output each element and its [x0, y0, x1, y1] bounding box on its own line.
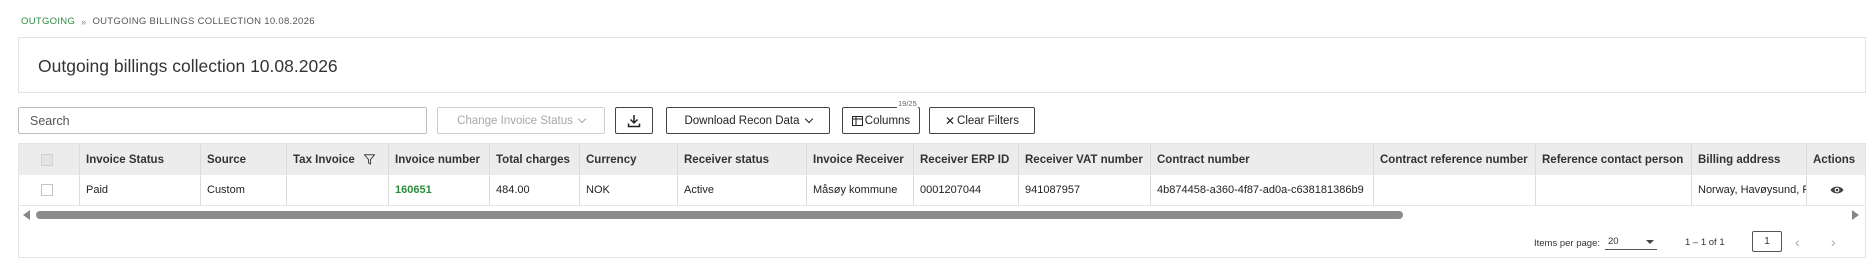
col-header-tax-invoice[interactable]: Tax Invoice — [287, 144, 389, 175]
cell-source: Custom — [201, 175, 287, 205]
breadcrumb: OUTGOING » OUTGOING BILLINGS COLLECTION … — [21, 16, 315, 27]
col-header-invoice-status[interactable]: Invoice Status — [80, 144, 201, 175]
items-per-page-value: 20 — [1608, 236, 1619, 247]
page-title: Outgoing billings collection 10.08.2026 — [38, 56, 338, 76]
col-header-receiver-erp-id[interactable]: Receiver ERP ID — [914, 144, 1019, 175]
row-select-cell — [19, 175, 80, 205]
table-header-row: Invoice Status Source Tax Invoice Invoic… — [19, 144, 1865, 175]
select-all-cell — [19, 144, 80, 175]
clear-filters-label: Clear Filters — [957, 114, 1020, 127]
dropdown-arrow-icon — [1646, 239, 1654, 244]
cell-invoice-status: Paid — [80, 175, 201, 205]
col-header-contract-reference-number[interactable]: Contract reference number — [1374, 144, 1536, 175]
cell-tax-invoice — [287, 175, 389, 205]
col-header-source[interactable]: Source — [201, 144, 287, 175]
col-header-total-charges[interactable]: Total charges — [490, 144, 580, 175]
toolbar: Change Invoice Status Download Recon Dat… — [18, 99, 1866, 135]
col-header-actions: Actions — [1813, 153, 1856, 166]
scrollbar-thumb[interactable] — [36, 211, 1403, 219]
cell-currency: NOK — [580, 175, 678, 205]
cell-receiver-erp-id: 0001207044 — [914, 175, 1019, 205]
download-icon — [627, 114, 641, 127]
scroll-right-arrow-icon[interactable] — [1852, 210, 1859, 220]
cell-invoice-receiver: Måsøy kommune — [807, 175, 914, 205]
download-recon-data-label: Download Recon Data — [684, 114, 800, 127]
col-header-receiver-vat-number[interactable]: Receiver VAT number — [1019, 144, 1151, 175]
cell-total-charges: 484.00 — [490, 175, 580, 205]
columns-count-badge: 19/25 — [897, 99, 918, 108]
cell-actions — [1807, 175, 1867, 205]
cell-contract-number: 4b874458-a360-4f87-ad0a-c638181386b9 — [1151, 175, 1374, 205]
cell-invoice-number-link[interactable]: 160651 — [389, 175, 490, 205]
cell-receiver-status: Active — [678, 175, 807, 205]
cell-billing-address: Norway, Havøysund, F — [1692, 175, 1807, 205]
paginator: Items per page: 20 1 – 1 of 1 1 ‹ › — [19, 228, 1865, 256]
breadcrumb-link-outgoing[interactable]: OUTGOING — [21, 16, 75, 27]
col-header-invoice-receiver[interactable]: Invoice Receiver — [807, 144, 914, 175]
search-input[interactable] — [18, 107, 427, 134]
col-header-currency[interactable]: Currency — [580, 144, 678, 175]
title-panel: Outgoing billings collection 10.08.2026 — [18, 37, 1866, 93]
horizontal-scrollbar[interactable] — [19, 206, 1865, 224]
columns-button[interactable]: Columns — [842, 107, 920, 134]
cell-contract-reference-number — [1374, 175, 1536, 205]
eye-icon[interactable] — [1830, 185, 1844, 195]
filter-icon[interactable] — [363, 154, 375, 165]
current-page-box[interactable]: 1 — [1752, 231, 1782, 252]
download-recon-data-button[interactable]: Download Recon Data — [666, 107, 830, 134]
items-per-page-label: Items per page: — [1534, 238, 1601, 249]
clear-filters-button[interactable]: ✕ Clear Filters — [929, 107, 1035, 134]
breadcrumb-current: OUTGOING BILLINGS COLLECTION 10.08.2026 — [92, 16, 315, 27]
row-checkbox[interactable] — [41, 184, 53, 196]
change-invoice-status-label: Change Invoice Status — [457, 114, 573, 127]
cell-receiver-vat-number: 941087957 — [1019, 175, 1151, 205]
col-header-tax-invoice-label: Tax Invoice — [293, 153, 355, 166]
items-per-page-select[interactable]: 20 — [1605, 234, 1657, 250]
change-invoice-status-button[interactable]: Change Invoice Status — [437, 107, 605, 134]
col-header-billing-address[interactable]: Billing address — [1692, 144, 1807, 175]
scroll-left-arrow-icon[interactable] — [23, 210, 30, 220]
columns-icon — [851, 115, 863, 126]
col-header-invoice-number[interactable]: Invoice number — [389, 144, 490, 175]
breadcrumb-separator: » — [81, 16, 87, 27]
cell-reference-contact-person — [1536, 175, 1692, 205]
previous-page-icon[interactable]: ‹ — [1795, 234, 1800, 250]
download-button[interactable] — [615, 107, 653, 134]
table-row[interactable]: Paid Custom 160651 484.00 NOK Active Mås… — [19, 175, 1865, 206]
chevron-down-icon — [804, 114, 813, 124]
page-range-label: 1 – 1 of 1 — [1685, 237, 1725, 248]
columns-label: Columns — [864, 114, 911, 127]
close-icon: ✕ — [944, 113, 956, 128]
invoice-table: Invoice Status Source Tax Invoice Invoic… — [18, 143, 1866, 258]
select-all-checkbox[interactable] — [41, 153, 53, 166]
next-page-icon[interactable]: › — [1831, 234, 1836, 250]
col-header-contract-number[interactable]: Contract number — [1151, 144, 1374, 175]
chevron-down-icon — [577, 114, 587, 124]
col-header-reference-contact-person[interactable]: Reference contact person — [1536, 144, 1692, 175]
col-header-receiver-status[interactable]: Receiver status — [678, 144, 807, 175]
